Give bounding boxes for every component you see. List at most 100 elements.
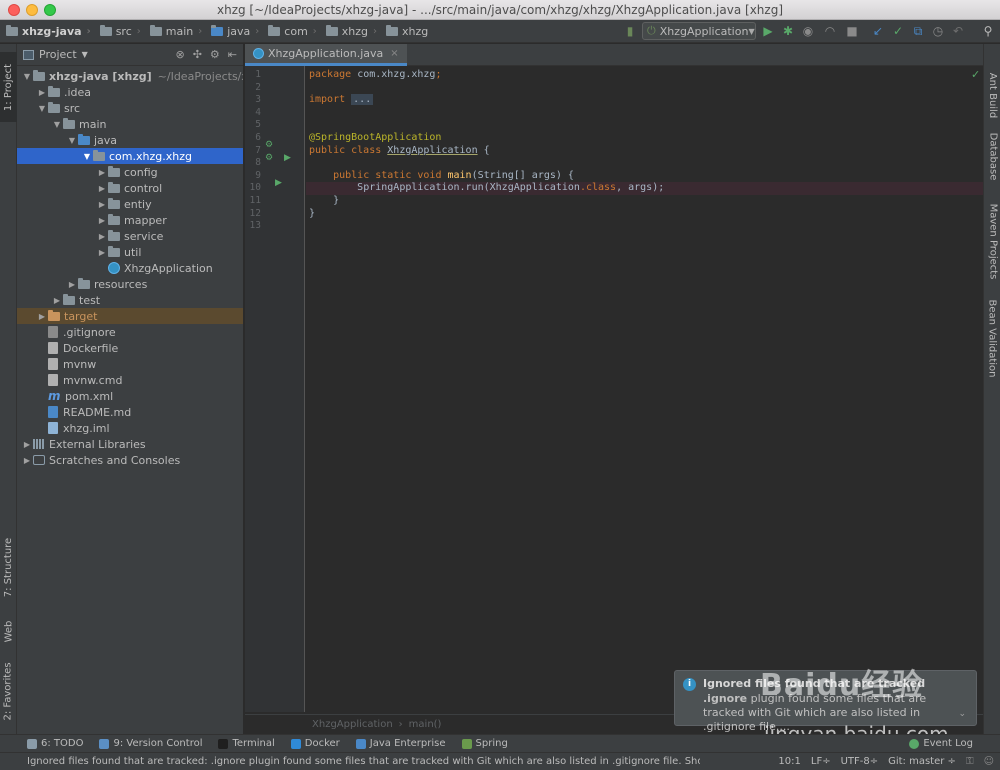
tool-window-button[interactable]: Docker (290, 738, 340, 749)
hide-panel-icon[interactable]: ⇤ (228, 48, 237, 61)
code-line[interactable]: } (306, 208, 983, 221)
gear-icon[interactable]: ⚙ (210, 48, 220, 61)
chevron-right-icon[interactable]: ▶ (36, 312, 48, 321)
tool-window-button[interactable]: Spring (461, 738, 508, 749)
chevron-right-icon[interactable]: ▶ (21, 440, 33, 449)
vcs-commit-icon[interactable]: ✓ (890, 23, 906, 39)
tree-item[interactable]: ▶ util (17, 244, 243, 260)
project-structure-icon[interactable] (958, 23, 974, 39)
code-line[interactable]: @SpringBootApplication (306, 132, 983, 145)
chevron-down-icon[interactable]: ▼ (51, 120, 63, 129)
chevron-right-icon[interactable]: ▶ (96, 168, 108, 177)
editor-crumb-class[interactable]: XhzgApplication (312, 719, 393, 730)
code-line[interactable]: public class XhzgApplication { (306, 145, 983, 158)
notification-balloon[interactable]: i Ignored files found that are tracked .… (674, 670, 977, 733)
project-view-selector[interactable]: Project (39, 48, 77, 61)
code-line[interactable] (306, 220, 983, 233)
vcs-history-icon[interactable]: ◷ (930, 23, 946, 39)
collapse-all-icon[interactable]: ✣ (193, 48, 202, 61)
run-gutter-icon[interactable]: ▶ (275, 177, 282, 190)
tree-item[interactable]: ▶ test (17, 292, 243, 308)
tool-window-button[interactable]: Terminal (218, 738, 275, 749)
spring-bean-icon[interactable]: ⚙ (265, 152, 273, 165)
encoding-selector[interactable]: UTF-8÷ (841, 756, 879, 767)
tree-item[interactable]: mvnw (17, 356, 243, 372)
tree-item[interactable]: README.md (17, 404, 243, 420)
tree-item[interactable]: ▼ com.xhzg.xhzg (17, 148, 243, 164)
code-line[interactable] (306, 82, 983, 95)
tree-item[interactable]: m pom.xml (17, 388, 243, 404)
chevron-down-icon[interactable]: ▼ (21, 72, 33, 81)
tree-item[interactable]: .gitignore (17, 324, 243, 340)
tree-item[interactable]: ▶ config (17, 164, 243, 180)
code-line[interactable] (306, 119, 983, 132)
build-hammer-icon[interactable]: ▮ (622, 23, 638, 39)
tree-item[interactable]: ▶ service (17, 228, 243, 244)
caret-position[interactable]: 10:1 (778, 756, 800, 767)
chevron-down-icon[interactable]: ▼ (81, 152, 93, 161)
code-line[interactable]: public static void main(String[] args) { (306, 170, 983, 183)
tree-item[interactable]: ▶ External Libraries (17, 436, 243, 452)
code-area[interactable]: package com.xhzg.xhzg; import ... @SpringB… (306, 66, 983, 712)
code-line[interactable] (306, 107, 983, 120)
code-line[interactable]: SpringApplication.run(XhzgApplication.cl… (306, 182, 983, 195)
inspector-icon[interactable]: ☺ (984, 756, 994, 767)
chevron-right-icon[interactable]: ▶ (36, 88, 48, 97)
search-icon[interactable]: ⚲ (980, 23, 996, 39)
tab-xhzgapplication[interactable]: XhzgApplication.java × (245, 44, 407, 66)
vcs-compare-icon[interactable]: ⧉ (910, 23, 926, 39)
tree-item[interactable]: ▶ target (17, 308, 243, 324)
tree-item[interactable]: ▶ Scratches and Consoles (17, 452, 243, 468)
lock-icon[interactable]: ⚿ (966, 756, 974, 767)
chevron-right-icon[interactable]: ▶ (21, 456, 33, 465)
chevron-down-icon[interactable]: ▼ (66, 136, 78, 145)
run-gutter-icon[interactable]: ▶ (284, 152, 291, 165)
breadcrumb-project[interactable]: xhzg-java › (0, 20, 94, 43)
tab-database[interactable]: Database (984, 124, 1000, 189)
breadcrumb-main[interactable]: main › (144, 20, 205, 43)
vcs-update-icon[interactable]: ↙ (870, 23, 886, 39)
tab-favorites-tool-window[interactable]: 2: Favorites (0, 654, 17, 729)
tree-item[interactable]: ▼ xhzg-java [xhzg] ~/IdeaProjects/xhzg-jav… (17, 68, 243, 84)
spring-bean-icon[interactable]: ⚙ (265, 139, 273, 152)
code-line[interactable]: import ... (306, 94, 983, 107)
tree-item[interactable]: ▼ java (17, 132, 243, 148)
chevron-right-icon[interactable]: ▶ (96, 216, 108, 225)
coverage-icon[interactable]: ◉ (800, 23, 816, 39)
tab-ant-build[interactable]: Ant Build (984, 64, 1000, 126)
profile-icon[interactable]: ◠ (822, 23, 838, 39)
code-line[interactable] (306, 157, 983, 170)
minimize-window-button[interactable] (26, 4, 38, 16)
editor-crumb-method[interactable]: main() (409, 719, 442, 730)
tab-project-tool-window[interactable]: 1: Project (0, 52, 17, 122)
tab-bean-validation[interactable]: Bean Validation (984, 296, 1000, 381)
chevron-right-icon[interactable]: ▶ (96, 248, 108, 257)
tool-window-button[interactable]: 6: TODO (27, 738, 83, 749)
tree-item[interactable]: ▼ main (17, 116, 243, 132)
tab-web-tool-window[interactable]: Web (0, 609, 17, 654)
tab-structure-tool-window[interactable]: 7: Structure (0, 522, 17, 612)
tab-maven-projects[interactable]: Maven Projects (984, 196, 1000, 286)
tree-item[interactable]: xhzg.iml (17, 420, 243, 436)
breadcrumb-com[interactable]: com › (262, 20, 320, 43)
stop-icon[interactable]: ■ (844, 23, 860, 39)
status-message[interactable]: Ignored files found that are tracked: .i… (0, 756, 700, 767)
chevron-down-icon[interactable]: ▼ (82, 50, 88, 59)
zoom-window-button[interactable] (44, 4, 56, 16)
chevron-down-icon[interactable]: ⌄ (958, 709, 966, 719)
chevron-right-icon[interactable]: ▶ (96, 232, 108, 241)
inspection-ok-icon[interactable]: ✓ (971, 68, 980, 81)
tool-window-button[interactable]: 9: Version Control (99, 738, 202, 749)
code-line[interactable]: package com.xhzg.xhzg; (306, 69, 983, 82)
tree-item[interactable]: mvnw.cmd (17, 372, 243, 388)
tree-item[interactable]: ▶ entiy (17, 196, 243, 212)
tree-item[interactable]: XhzgApplication (17, 260, 243, 276)
tree-item[interactable]: ▼ src (17, 100, 243, 116)
target-scroll-icon[interactable]: ⊗ (175, 48, 184, 61)
tree-item[interactable]: ▶ mapper (17, 212, 243, 228)
line-separator-selector[interactable]: LF÷ (811, 756, 831, 767)
chevron-right-icon[interactable]: ▶ (96, 200, 108, 209)
git-branch-selector[interactable]: Git: master ÷ (888, 756, 956, 767)
chevron-right-icon[interactable]: ▶ (51, 296, 63, 305)
run-icon[interactable]: ▶ (760, 23, 776, 39)
